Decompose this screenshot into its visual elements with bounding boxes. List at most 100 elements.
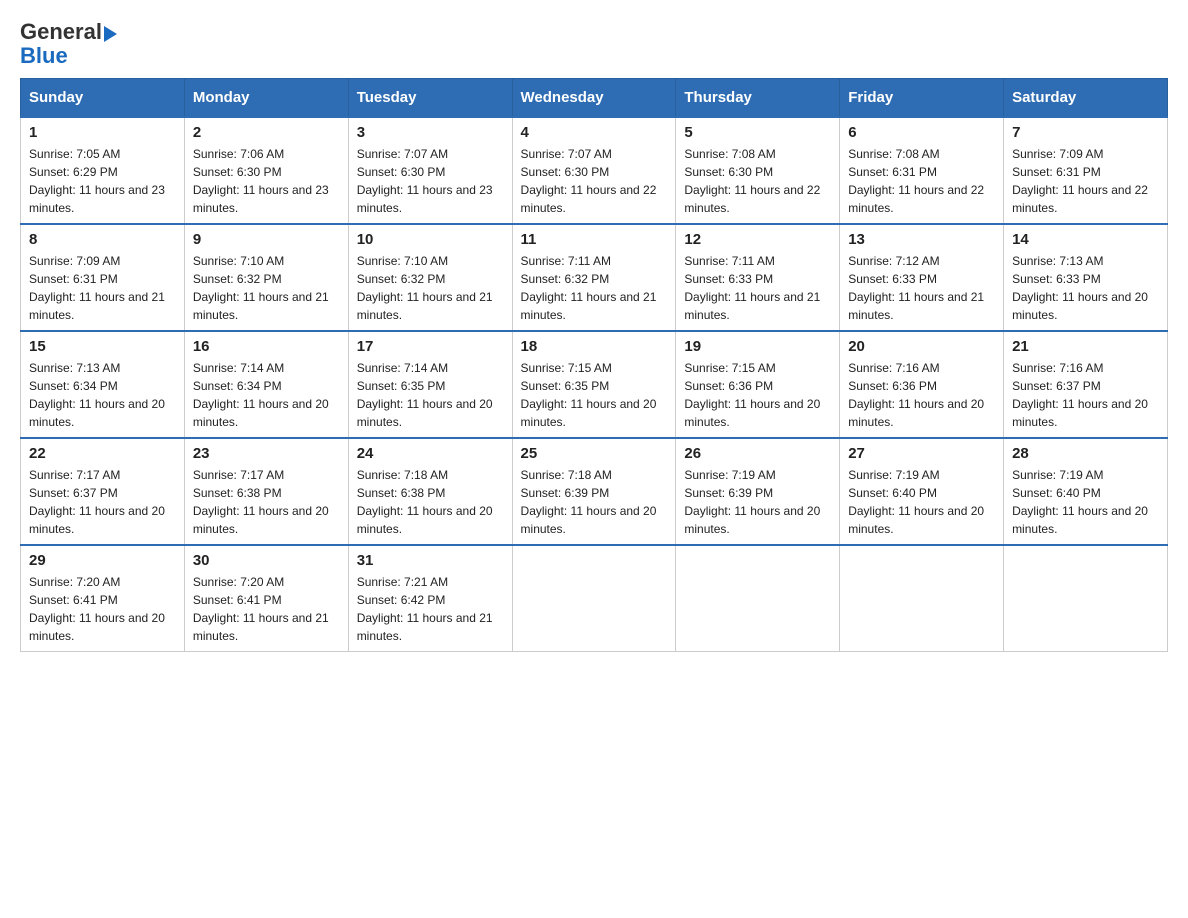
calendar-cell: 1 Sunrise: 7:05 AM Sunset: 6:29 PM Dayli… — [21, 117, 185, 224]
day-number: 23 — [193, 445, 340, 462]
calendar-header-row: SundayMondayTuesdayWednesdayThursdayFrid… — [21, 79, 1168, 118]
day-info: Sunrise: 7:13 AM Sunset: 6:33 PM Dayligh… — [1012, 252, 1159, 324]
calendar-header-tuesday: Tuesday — [348, 79, 512, 118]
calendar-cell: 2 Sunrise: 7:06 AM Sunset: 6:30 PM Dayli… — [184, 117, 348, 224]
day-info: Sunrise: 7:12 AM Sunset: 6:33 PM Dayligh… — [848, 252, 995, 324]
calendar-cell: 27 Sunrise: 7:19 AM Sunset: 6:40 PM Dayl… — [840, 438, 1004, 545]
day-number: 14 — [1012, 231, 1159, 248]
calendar-cell: 22 Sunrise: 7:17 AM Sunset: 6:37 PM Dayl… — [21, 438, 185, 545]
day-number: 1 — [29, 124, 176, 141]
calendar-cell: 21 Sunrise: 7:16 AM Sunset: 6:37 PM Dayl… — [1004, 331, 1168, 438]
calendar-cell: 15 Sunrise: 7:13 AM Sunset: 6:34 PM Dayl… — [21, 331, 185, 438]
day-number: 7 — [1012, 124, 1159, 141]
calendar-week-3: 15 Sunrise: 7:13 AM Sunset: 6:34 PM Dayl… — [21, 331, 1168, 438]
day-number: 18 — [521, 338, 668, 355]
day-info: Sunrise: 7:18 AM Sunset: 6:39 PM Dayligh… — [521, 466, 668, 538]
day-info: Sunrise: 7:15 AM Sunset: 6:35 PM Dayligh… — [521, 359, 668, 431]
calendar-header-monday: Monday — [184, 79, 348, 118]
day-info: Sunrise: 7:19 AM Sunset: 6:40 PM Dayligh… — [848, 466, 995, 538]
day-info: Sunrise: 7:19 AM Sunset: 6:39 PM Dayligh… — [684, 466, 831, 538]
logo: General Blue — [20, 20, 117, 68]
day-number: 15 — [29, 338, 176, 355]
day-info: Sunrise: 7:05 AM Sunset: 6:29 PM Dayligh… — [29, 145, 176, 217]
day-info: Sunrise: 7:14 AM Sunset: 6:34 PM Dayligh… — [193, 359, 340, 431]
logo-blue: Blue — [20, 44, 117, 68]
day-number: 11 — [521, 231, 668, 248]
day-info: Sunrise: 7:14 AM Sunset: 6:35 PM Dayligh… — [357, 359, 504, 431]
day-number: 8 — [29, 231, 176, 248]
calendar-week-2: 8 Sunrise: 7:09 AM Sunset: 6:31 PM Dayli… — [21, 224, 1168, 331]
day-number: 4 — [521, 124, 668, 141]
day-number: 22 — [29, 445, 176, 462]
calendar-cell: 9 Sunrise: 7:10 AM Sunset: 6:32 PM Dayli… — [184, 224, 348, 331]
calendar-cell: 24 Sunrise: 7:18 AM Sunset: 6:38 PM Dayl… — [348, 438, 512, 545]
calendar-cell: 28 Sunrise: 7:19 AM Sunset: 6:40 PM Dayl… — [1004, 438, 1168, 545]
day-info: Sunrise: 7:08 AM Sunset: 6:30 PM Dayligh… — [684, 145, 831, 217]
day-info: Sunrise: 7:19 AM Sunset: 6:40 PM Dayligh… — [1012, 466, 1159, 538]
day-number: 31 — [357, 552, 504, 569]
day-number: 13 — [848, 231, 995, 248]
day-info: Sunrise: 7:10 AM Sunset: 6:32 PM Dayligh… — [193, 252, 340, 324]
day-number: 17 — [357, 338, 504, 355]
day-number: 29 — [29, 552, 176, 569]
calendar-week-4: 22 Sunrise: 7:17 AM Sunset: 6:37 PM Dayl… — [21, 438, 1168, 545]
calendar-cell: 6 Sunrise: 7:08 AM Sunset: 6:31 PM Dayli… — [840, 117, 1004, 224]
day-info: Sunrise: 7:21 AM Sunset: 6:42 PM Dayligh… — [357, 573, 504, 645]
day-info: Sunrise: 7:20 AM Sunset: 6:41 PM Dayligh… — [193, 573, 340, 645]
calendar-cell — [512, 545, 676, 652]
calendar-cell: 13 Sunrise: 7:12 AM Sunset: 6:33 PM Dayl… — [840, 224, 1004, 331]
day-number: 21 — [1012, 338, 1159, 355]
day-number: 16 — [193, 338, 340, 355]
calendar-header-saturday: Saturday — [1004, 79, 1168, 118]
calendar-cell: 26 Sunrise: 7:19 AM Sunset: 6:39 PM Dayl… — [676, 438, 840, 545]
day-info: Sunrise: 7:09 AM Sunset: 6:31 PM Dayligh… — [29, 252, 176, 324]
day-info: Sunrise: 7:20 AM Sunset: 6:41 PM Dayligh… — [29, 573, 176, 645]
calendar-table: SundayMondayTuesdayWednesdayThursdayFrid… — [20, 78, 1168, 652]
calendar-cell — [676, 545, 840, 652]
calendar-cell: 5 Sunrise: 7:08 AM Sunset: 6:30 PM Dayli… — [676, 117, 840, 224]
calendar-cell: 18 Sunrise: 7:15 AM Sunset: 6:35 PM Dayl… — [512, 331, 676, 438]
calendar-cell: 11 Sunrise: 7:11 AM Sunset: 6:32 PM Dayl… — [512, 224, 676, 331]
calendar-cell: 8 Sunrise: 7:09 AM Sunset: 6:31 PM Dayli… — [21, 224, 185, 331]
calendar-cell: 29 Sunrise: 7:20 AM Sunset: 6:41 PM Dayl… — [21, 545, 185, 652]
day-info: Sunrise: 7:07 AM Sunset: 6:30 PM Dayligh… — [521, 145, 668, 217]
calendar-cell: 31 Sunrise: 7:21 AM Sunset: 6:42 PM Dayl… — [348, 545, 512, 652]
day-number: 3 — [357, 124, 504, 141]
calendar-week-1: 1 Sunrise: 7:05 AM Sunset: 6:29 PM Dayli… — [21, 117, 1168, 224]
day-number: 28 — [1012, 445, 1159, 462]
calendar-cell: 4 Sunrise: 7:07 AM Sunset: 6:30 PM Dayli… — [512, 117, 676, 224]
day-info: Sunrise: 7:06 AM Sunset: 6:30 PM Dayligh… — [193, 145, 340, 217]
day-info: Sunrise: 7:17 AM Sunset: 6:38 PM Dayligh… — [193, 466, 340, 538]
calendar-cell: 7 Sunrise: 7:09 AM Sunset: 6:31 PM Dayli… — [1004, 117, 1168, 224]
day-number: 6 — [848, 124, 995, 141]
day-number: 30 — [193, 552, 340, 569]
calendar-cell: 23 Sunrise: 7:17 AM Sunset: 6:38 PM Dayl… — [184, 438, 348, 545]
calendar-cell: 14 Sunrise: 7:13 AM Sunset: 6:33 PM Dayl… — [1004, 224, 1168, 331]
calendar-body: 1 Sunrise: 7:05 AM Sunset: 6:29 PM Dayli… — [21, 117, 1168, 652]
day-info: Sunrise: 7:16 AM Sunset: 6:36 PM Dayligh… — [848, 359, 995, 431]
calendar-header-friday: Friday — [840, 79, 1004, 118]
day-info: Sunrise: 7:17 AM Sunset: 6:37 PM Dayligh… — [29, 466, 176, 538]
calendar-cell: 3 Sunrise: 7:07 AM Sunset: 6:30 PM Dayli… — [348, 117, 512, 224]
day-info: Sunrise: 7:18 AM Sunset: 6:38 PM Dayligh… — [357, 466, 504, 538]
calendar-cell: 30 Sunrise: 7:20 AM Sunset: 6:41 PM Dayl… — [184, 545, 348, 652]
day-number: 19 — [684, 338, 831, 355]
calendar-cell: 12 Sunrise: 7:11 AM Sunset: 6:33 PM Dayl… — [676, 224, 840, 331]
day-number: 27 — [848, 445, 995, 462]
day-info: Sunrise: 7:11 AM Sunset: 6:32 PM Dayligh… — [521, 252, 668, 324]
day-info: Sunrise: 7:11 AM Sunset: 6:33 PM Dayligh… — [684, 252, 831, 324]
day-number: 10 — [357, 231, 504, 248]
calendar-cell — [1004, 545, 1168, 652]
day-info: Sunrise: 7:16 AM Sunset: 6:37 PM Dayligh… — [1012, 359, 1159, 431]
day-number: 20 — [848, 338, 995, 355]
calendar-header-wednesday: Wednesday — [512, 79, 676, 118]
day-number: 2 — [193, 124, 340, 141]
day-number: 9 — [193, 231, 340, 248]
day-info: Sunrise: 7:10 AM Sunset: 6:32 PM Dayligh… — [357, 252, 504, 324]
day-number: 25 — [521, 445, 668, 462]
calendar-cell: 16 Sunrise: 7:14 AM Sunset: 6:34 PM Dayl… — [184, 331, 348, 438]
day-info: Sunrise: 7:15 AM Sunset: 6:36 PM Dayligh… — [684, 359, 831, 431]
calendar-cell: 19 Sunrise: 7:15 AM Sunset: 6:36 PM Dayl… — [676, 331, 840, 438]
logo-general: General — [20, 20, 102, 44]
page-header: General Blue — [20, 20, 1168, 68]
